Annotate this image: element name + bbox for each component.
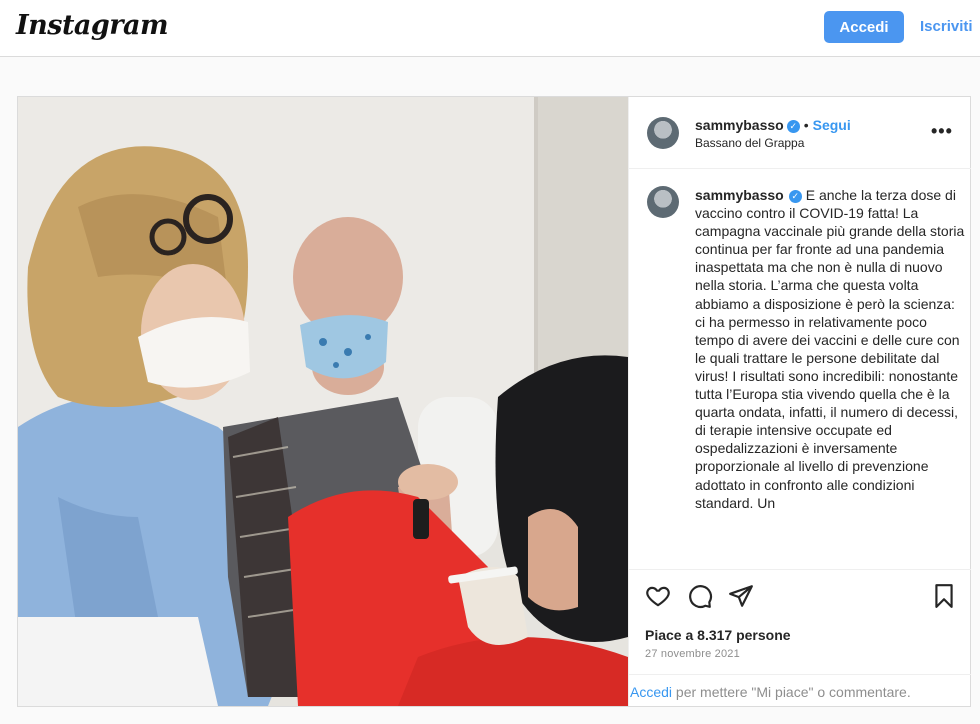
verified-badge-icon: ✓ [788, 190, 802, 203]
top-bar: Instagram Accedi Iscriviti [0, 0, 980, 57]
share-icon[interactable] [728, 583, 754, 609]
signup-link[interactable]: Iscriviti [920, 18, 973, 35]
comment-icon[interactable] [687, 583, 713, 609]
post-header: sammybasso ✓ • Segui Bassano del Grappa ••• [629, 97, 971, 169]
heart-icon[interactable] [645, 583, 671, 609]
caption: sammybasso ✓ E anche la terza dose di vacc… [695, 186, 967, 512]
caption-area[interactable]: sammybasso ✓ E anche la terza dose di vacc… [629, 170, 971, 570]
author-row: sammybasso ✓ • Segui [695, 117, 851, 133]
post-sidebar: sammybasso ✓ • Segui Bassano del Grappa •••… [628, 97, 971, 706]
likes-count[interactable]: Piace a 8.317 persone [645, 627, 791, 643]
login-button[interactable]: Accedi [824, 11, 904, 43]
post-card: sammybasso ✓ • Segui Bassano del Grappa •••… [17, 96, 971, 707]
action-bar [629, 571, 971, 621]
username-link[interactable]: sammybasso [695, 117, 784, 133]
login-prompt-text: per mettere "Mi piace" o commentare. [672, 684, 911, 700]
post-photo[interactable] [18, 97, 628, 706]
location-link[interactable]: Bassano del Grappa [695, 136, 804, 150]
more-options-icon[interactable]: ••• [931, 121, 953, 142]
username-link[interactable]: sammybasso [695, 187, 784, 203]
avatar[interactable] [647, 186, 679, 218]
login-prompt: Accedi per mettere "Mi piace" o commenta… [629, 674, 971, 706]
separator-dot: • [803, 117, 809, 133]
login-link[interactable]: Accedi [630, 684, 672, 700]
verified-badge-icon: ✓ [786, 120, 800, 133]
bookmark-icon[interactable] [931, 583, 957, 609]
follow-button[interactable]: Segui [813, 117, 851, 133]
avatar[interactable] [647, 117, 679, 149]
vaccination-photo [18, 97, 628, 706]
caption-text: E anche la terza dose di vaccino contro … [695, 187, 965, 511]
instagram-logo[interactable]: Instagram [16, 10, 169, 41]
post-date[interactable]: 27 novembre 2021 [645, 648, 740, 660]
